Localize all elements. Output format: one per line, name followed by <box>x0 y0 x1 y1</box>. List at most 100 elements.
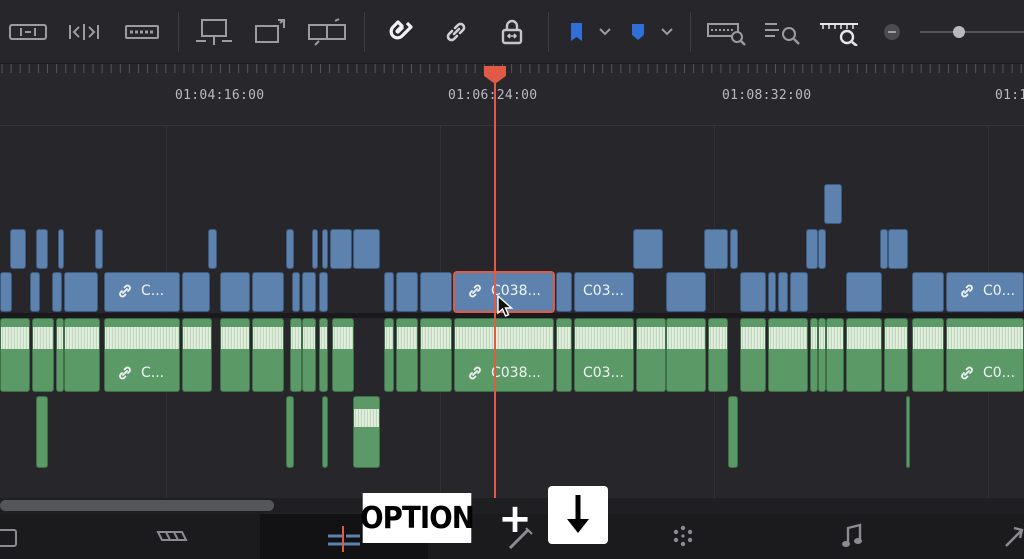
video-clip[interactable] <box>30 272 40 312</box>
trim-edit-icon[interactable] <box>6 14 50 50</box>
insert-clip-icon[interactable] <box>192 14 236 50</box>
zoom-full-icon[interactable] <box>704 14 750 50</box>
video-clip[interactable] <box>208 229 217 269</box>
video-clip[interactable] <box>704 229 728 269</box>
audio-clip[interactable]: C0... <box>946 318 1024 392</box>
snapping-magnet-icon[interactable] <box>380 14 422 50</box>
blade-icon[interactable] <box>122 14 162 50</box>
zoom-out-icon[interactable] <box>880 14 904 50</box>
video-clip[interactable] <box>396 272 418 312</box>
video-clip[interactable]: C0... <box>946 272 1024 312</box>
audio-clip[interactable] <box>884 318 908 392</box>
video-clip[interactable] <box>52 272 62 312</box>
flag-icon[interactable] <box>562 14 614 50</box>
video-clip[interactable] <box>666 272 706 312</box>
audio-clip[interactable] <box>396 318 418 392</box>
audio-clip[interactable]: C038... <box>454 318 554 392</box>
video-clip[interactable] <box>818 229 826 269</box>
video-clip[interactable] <box>740 272 766 312</box>
video-clip[interactable] <box>322 229 328 269</box>
video-clip[interactable] <box>806 229 818 269</box>
audio-clip[interactable] <box>302 318 316 392</box>
audio-clip[interactable] <box>708 318 728 392</box>
video-clip[interactable] <box>252 272 284 312</box>
audio-clip[interactable] <box>319 318 328 392</box>
video-clip[interactable] <box>292 272 300 312</box>
video-clip[interactable] <box>319 272 328 312</box>
audio-clip[interactable] <box>636 318 666 392</box>
overwrite-clip-icon[interactable] <box>250 14 290 50</box>
audio-clip[interactable] <box>56 318 64 392</box>
audio-clip[interactable] <box>826 318 844 392</box>
video-clip[interactable] <box>36 229 48 269</box>
video-clip[interactable]: C... <box>104 272 180 312</box>
audio-clip[interactable] <box>0 318 30 392</box>
audio-clip[interactable]: C... <box>104 318 180 392</box>
audio-clip[interactable] <box>420 318 452 392</box>
scrollbar-thumb[interactable] <box>0 500 274 511</box>
video-clip[interactable] <box>880 229 888 269</box>
audio-clip[interactable] <box>810 318 818 392</box>
audio-clip[interactable] <box>906 396 910 468</box>
cut-page-icon[interactable] <box>154 522 190 557</box>
audio-clip[interactable] <box>220 318 250 392</box>
audio-clip[interactable] <box>286 396 294 468</box>
media-page-icon[interactable] <box>0 522 18 557</box>
video-clip[interactable] <box>420 272 452 312</box>
video-clip[interactable] <box>64 272 98 312</box>
playhead-line[interactable] <box>494 68 496 498</box>
video-clip[interactable] <box>633 229 663 269</box>
video-clip[interactable] <box>790 272 808 312</box>
edit-page-icon[interactable] <box>326 522 362 557</box>
audio-clip[interactable] <box>818 318 826 392</box>
video-clip[interactable] <box>330 229 352 269</box>
video-clip[interactable] <box>353 229 380 269</box>
audio-clip[interactable] <box>252 318 284 392</box>
fairlight-page-icon[interactable] <box>840 522 866 557</box>
audio-clip[interactable] <box>290 318 302 392</box>
timeline-ruler[interactable]: 01:04:16:00 01:06:24:00 01:08:32:00 01:1 <box>0 64 1024 126</box>
audio-clip[interactable] <box>728 396 738 468</box>
video-clip[interactable] <box>220 272 250 312</box>
audio-clip[interactable] <box>332 318 354 392</box>
audio-clip[interactable] <box>32 318 54 392</box>
audio-clip[interactable] <box>846 318 882 392</box>
video-clip[interactable] <box>10 229 26 269</box>
replace-clip-icon[interactable] <box>304 14 350 50</box>
video-clip[interactable] <box>95 229 103 269</box>
video-clip[interactable] <box>778 272 788 312</box>
video-clip[interactable] <box>302 272 316 312</box>
audio-clip[interactable] <box>182 318 212 392</box>
dynamic-trim-icon[interactable] <box>64 14 104 50</box>
audio-clip[interactable] <box>36 396 48 468</box>
zoom-custom-icon[interactable] <box>816 14 864 50</box>
audio-clip[interactable]: C03... <box>574 318 634 392</box>
video-clip[interactable] <box>556 272 572 312</box>
audio-clip[interactable] <box>64 318 100 392</box>
linked-selection-icon[interactable] <box>436 14 476 50</box>
video-clip[interactable]: C03... <box>574 272 634 312</box>
video-clip[interactable] <box>888 229 908 269</box>
video-clip[interactable] <box>768 272 776 312</box>
audio-clip[interactable] <box>912 318 944 392</box>
audio-clip[interactable] <box>556 318 572 392</box>
audio-clip[interactable] <box>666 318 706 392</box>
deliver-page-icon[interactable] <box>1004 522 1024 557</box>
audio-clip[interactable] <box>740 318 766 392</box>
audio-clip[interactable] <box>768 318 808 392</box>
audio-clip[interactable] <box>322 396 328 468</box>
video-clip[interactable] <box>58 229 64 269</box>
audio-clip[interactable] <box>384 318 394 392</box>
video-clip[interactable] <box>384 272 394 312</box>
video-clip[interactable] <box>0 272 12 312</box>
video-clip[interactable] <box>730 229 738 269</box>
video-clip[interactable] <box>912 272 944 312</box>
video-clip[interactable] <box>824 184 842 224</box>
video-clip[interactable] <box>182 272 210 312</box>
color-page-icon[interactable] <box>668 522 698 557</box>
video-clip[interactable] <box>312 229 318 269</box>
video-clip[interactable] <box>286 229 294 269</box>
position-lock-icon[interactable] <box>494 14 530 50</box>
timeline-zoom-slider[interactable] <box>916 14 1024 50</box>
zoom-detail-icon[interactable] <box>760 14 806 50</box>
